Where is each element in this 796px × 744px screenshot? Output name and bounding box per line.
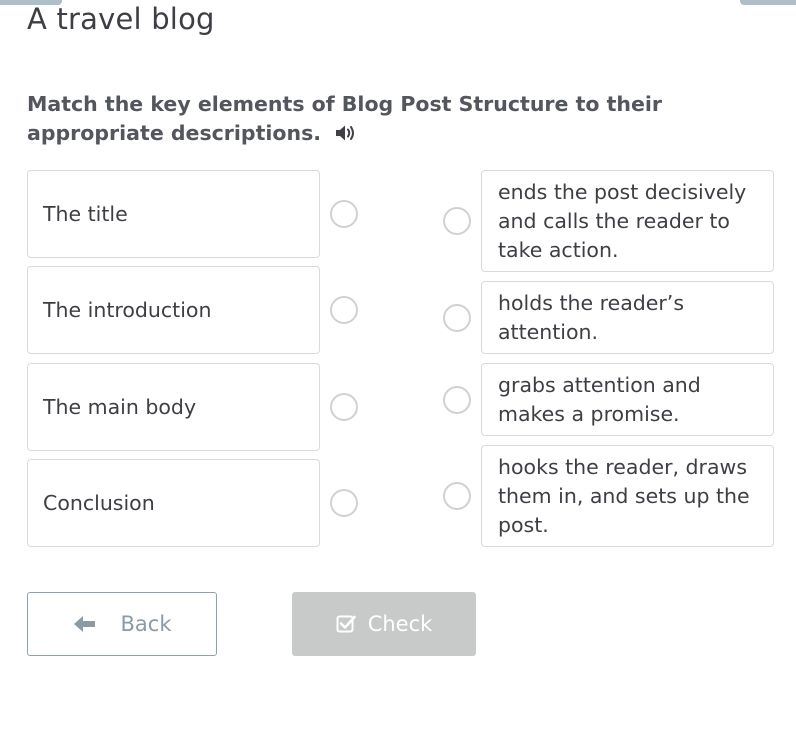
match-right-label: hooks the reader, draws them in, and set… bbox=[498, 454, 750, 537]
left-connector-radio[interactable] bbox=[330, 296, 358, 324]
right-connector-radio[interactable] bbox=[443, 482, 471, 510]
match-left-item[interactable]: The introduction bbox=[27, 266, 320, 354]
back-button-label: Back bbox=[120, 612, 172, 636]
match-right-label: grabs attention and makes a promise. bbox=[498, 372, 701, 426]
right-connector-radio[interactable] bbox=[443, 304, 471, 332]
question-prompt: Match the key elements of Blog Post Stru… bbox=[27, 90, 767, 150]
match-right-label: holds the reader’s attention. bbox=[498, 290, 685, 344]
arrow-left-icon bbox=[73, 615, 97, 633]
checkbox-icon bbox=[336, 614, 356, 634]
match-left-item[interactable]: Conclusion bbox=[27, 459, 320, 547]
match-left-label: The title bbox=[43, 201, 128, 226]
match-left-label: The introduction bbox=[43, 297, 212, 322]
match-right-item[interactable]: hooks the reader, draws them in, and set… bbox=[481, 445, 774, 547]
match-left-label: Conclusion bbox=[43, 490, 155, 515]
top-right-tab-edge bbox=[740, 0, 796, 5]
left-connector-radio[interactable] bbox=[330, 489, 358, 517]
match-right-item[interactable]: holds the reader’s attention. bbox=[481, 281, 774, 354]
back-button[interactable]: Back bbox=[27, 592, 217, 656]
left-connector-radio[interactable] bbox=[330, 393, 358, 421]
right-connector-radio[interactable] bbox=[443, 386, 471, 414]
page-title: A travel blog bbox=[27, 2, 215, 36]
speaker-icon[interactable] bbox=[335, 121, 357, 150]
check-button[interactable]: Check bbox=[292, 592, 476, 656]
match-left-item[interactable]: The title bbox=[27, 170, 320, 258]
check-button-label: Check bbox=[367, 612, 433, 636]
match-left-label: The main body bbox=[43, 394, 197, 419]
right-connector-radio[interactable] bbox=[443, 207, 471, 235]
match-left-item[interactable]: The main body bbox=[27, 363, 320, 451]
match-right-label: ends the post decisively and calls the r… bbox=[498, 179, 747, 262]
match-right-item[interactable]: ends the post decisively and calls the r… bbox=[481, 170, 774, 272]
match-right-item[interactable]: grabs attention and makes a promise. bbox=[481, 363, 774, 436]
left-connector-radio[interactable] bbox=[330, 200, 358, 228]
